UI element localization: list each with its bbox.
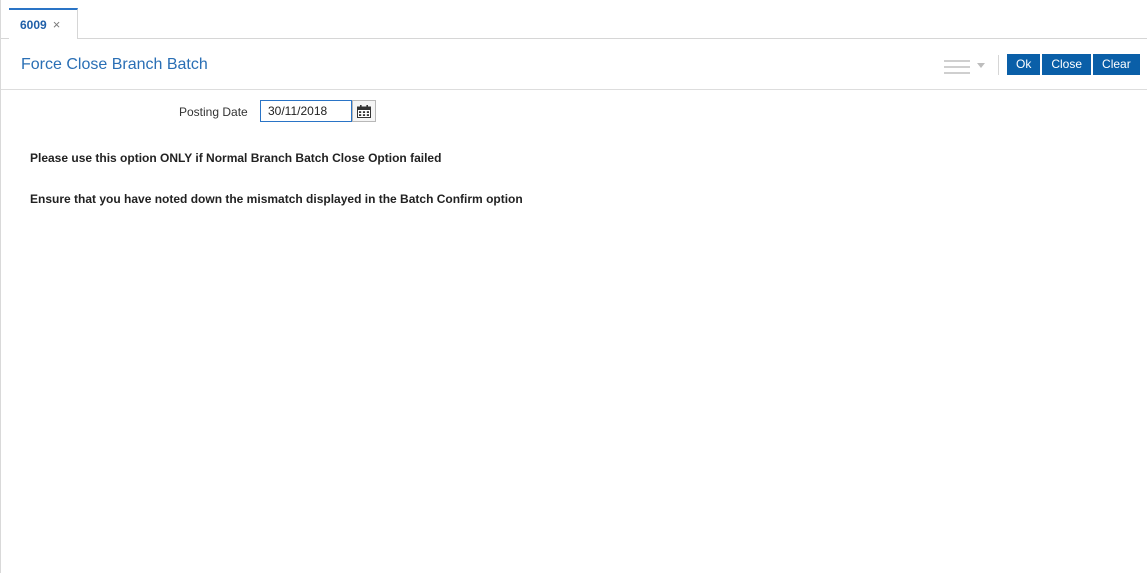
tab-strip: 6009 × — [1, 0, 1147, 39]
calendar-icon — [357, 104, 371, 118]
ok-button[interactable]: Ok — [1007, 54, 1041, 75]
page-header: Force Close Branch Batch Ok Close Clear — [1, 40, 1147, 90]
warning-message-1: Please use this option ONLY if Normal Br… — [30, 151, 442, 165]
page-title: Force Close Branch Batch — [21, 56, 208, 73]
posting-date-label: Posting Date — [179, 105, 248, 119]
clear-button[interactable]: Clear — [1093, 54, 1140, 75]
close-icon[interactable]: × — [53, 17, 61, 32]
posting-date-input[interactable] — [260, 100, 352, 122]
close-button[interactable]: Close — [1042, 54, 1092, 75]
action-button-group: Ok Close Clear — [1007, 54, 1142, 75]
chevron-down-icon[interactable] — [977, 63, 985, 68]
app-frame: 6009 × Force Close Branch Batch Ok Close… — [0, 0, 1147, 573]
hamburger-menu-icon[interactable] — [944, 60, 970, 74]
calendar-button[interactable] — [352, 100, 376, 122]
tab-label: 6009 — [20, 17, 47, 32]
tab-6009[interactable]: 6009 × — [9, 8, 78, 39]
warning-message-2: Ensure that you have noted down the mism… — [30, 192, 523, 206]
header-divider — [998, 55, 999, 75]
